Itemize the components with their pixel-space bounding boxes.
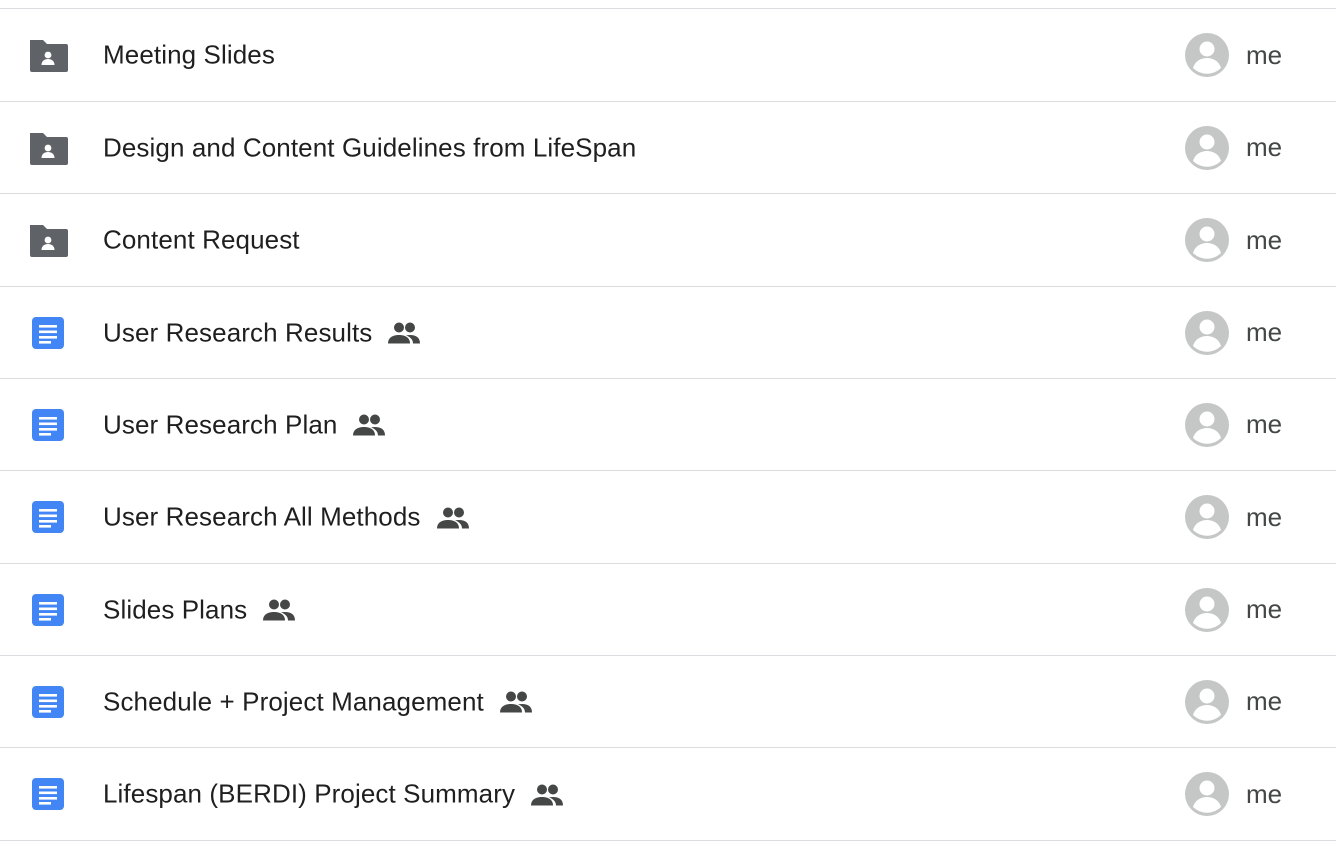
- owner-name: me: [1246, 778, 1283, 809]
- file-row[interactable]: Meeting Slides me: [0, 9, 1336, 102]
- owner-name: me: [1246, 224, 1283, 255]
- file-name[interactable]: User Research Results: [103, 317, 372, 348]
- file-name[interactable]: Lifespan (BERDI) Project Summary: [103, 779, 515, 810]
- google-docs-icon: [28, 405, 68, 445]
- file-name[interactable]: User Research Plan: [103, 409, 337, 440]
- owner: me: [1185, 495, 1282, 539]
- file-row[interactable]: Schedule + Project Management me: [0, 656, 1336, 748]
- default-avatar-icon: [1185, 679, 1229, 724]
- file-name[interactable]: Meeting Slides: [103, 40, 275, 71]
- file-list: Meeting Slides me Design and Content Gui…: [0, 8, 1336, 841]
- file-row[interactable]: Content Request me: [0, 194, 1336, 287]
- default-avatar-icon: [1185, 125, 1229, 170]
- default-avatar-icon: [1185, 218, 1229, 262]
- shared-folder-icon: [28, 220, 68, 260]
- default-avatar-icon: [1185, 495, 1229, 539]
- file-row[interactable]: Design and Content Guidelines from LifeS…: [0, 102, 1336, 194]
- owner-name: me: [1246, 409, 1283, 439]
- google-docs-icon: [28, 774, 68, 814]
- default-avatar-icon: [1185, 310, 1229, 355]
- people-icon: [353, 413, 386, 437]
- owner: me: [1185, 33, 1282, 77]
- owner: me: [1185, 772, 1282, 816]
- owner-name: me: [1246, 501, 1283, 532]
- people-icon: [263, 598, 296, 622]
- google-docs-icon: [28, 497, 68, 537]
- owner-name: me: [1246, 594, 1283, 624]
- file-row[interactable]: User Research Plan me: [0, 379, 1336, 471]
- default-avatar-icon: [1185, 33, 1229, 77]
- owner: me: [1185, 587, 1283, 632]
- people-icon: [531, 782, 564, 806]
- default-avatar-icon: [1185, 587, 1229, 632]
- owner: me: [1185, 218, 1282, 262]
- owner: me: [1185, 402, 1283, 447]
- file-name[interactable]: User Research All Methods: [103, 502, 421, 533]
- shared-folder-icon: [28, 128, 68, 168]
- owner-name: me: [1246, 132, 1283, 162]
- people-icon: [499, 690, 532, 714]
- owner-name: me: [1246, 317, 1283, 347]
- file-name[interactable]: Design and Content Guidelines from LifeS…: [103, 132, 636, 163]
- owner: me: [1185, 679, 1283, 724]
- file-name[interactable]: Content Request: [103, 225, 300, 256]
- owner-name: me: [1246, 686, 1283, 716]
- file-row[interactable]: User Research Results me: [0, 287, 1336, 379]
- default-avatar-icon: [1185, 772, 1229, 816]
- shared-folder-icon: [28, 35, 68, 75]
- file-name[interactable]: Schedule + Project Management: [103, 686, 484, 717]
- file-row[interactable]: Slides Plans me: [0, 564, 1336, 656]
- owner: me: [1185, 310, 1283, 355]
- file-name[interactable]: Slides Plans: [103, 594, 247, 625]
- google-docs-icon: [28, 590, 68, 630]
- people-icon: [388, 321, 421, 345]
- file-row[interactable]: User Research All Methods me: [0, 471, 1336, 564]
- people-icon: [436, 505, 469, 529]
- google-docs-icon: [28, 313, 68, 353]
- owner-name: me: [1246, 39, 1283, 70]
- file-row[interactable]: Lifespan (BERDI) Project Summary me: [0, 748, 1336, 841]
- owner: me: [1185, 125, 1283, 170]
- google-docs-icon: [28, 682, 68, 722]
- default-avatar-icon: [1185, 402, 1229, 447]
